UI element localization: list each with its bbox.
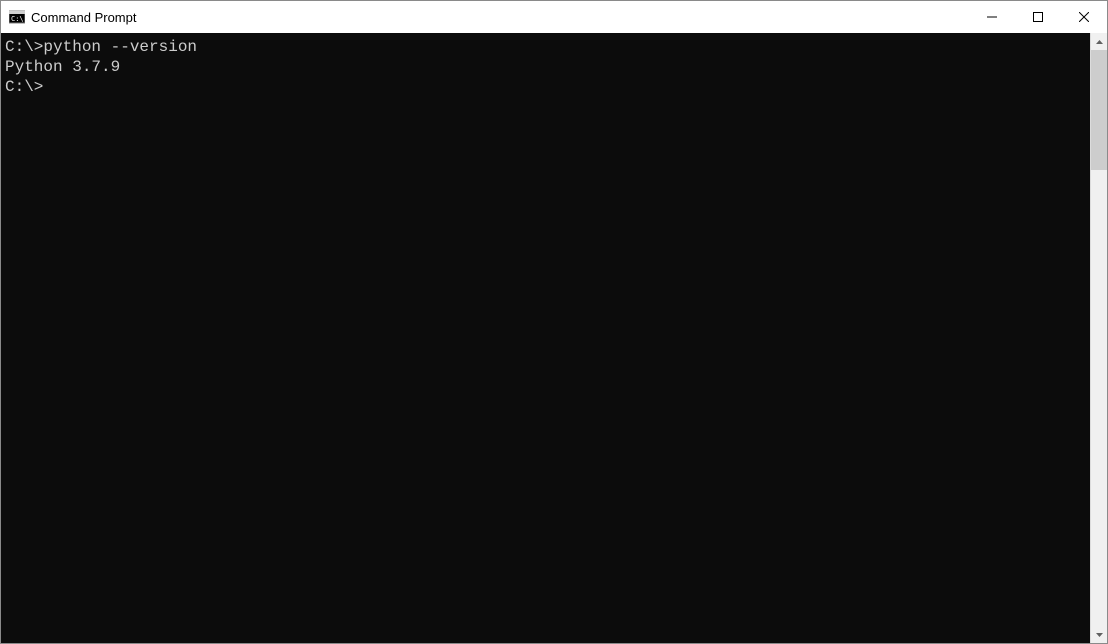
- titlebar[interactable]: C:\ Command Prompt: [1, 1, 1107, 33]
- terminal-line: C:\>python --version: [5, 37, 1090, 57]
- window-controls: [969, 1, 1107, 33]
- scroll-up-button[interactable]: [1091, 33, 1107, 50]
- minimize-button[interactable]: [969, 1, 1015, 33]
- scroll-track[interactable]: [1091, 50, 1107, 626]
- app-icon: C:\: [9, 9, 25, 25]
- svg-text:C:\: C:\: [11, 15, 24, 23]
- terminal-output[interactable]: C:\>python --versionPython 3.7.9C:\>: [1, 33, 1090, 643]
- command-prompt-window: C:\ Command Prompt C:\>p: [0, 0, 1108, 644]
- maximize-button[interactable]: [1015, 1, 1061, 33]
- maximize-icon: [1033, 12, 1043, 22]
- chevron-up-icon: [1096, 40, 1103, 44]
- terminal-line: Python 3.7.9: [5, 57, 1090, 77]
- window-title: Command Prompt: [31, 10, 969, 25]
- terminal-line: C:\>: [5, 77, 1090, 97]
- vertical-scrollbar[interactable]: [1090, 33, 1107, 643]
- chevron-down-icon: [1096, 633, 1103, 637]
- minimize-icon: [987, 12, 997, 22]
- scroll-down-button[interactable]: [1091, 626, 1107, 643]
- close-button[interactable]: [1061, 1, 1107, 33]
- close-icon: [1079, 12, 1089, 22]
- content-area: C:\>python --versionPython 3.7.9C:\>: [1, 33, 1107, 643]
- scroll-thumb[interactable]: [1091, 50, 1107, 170]
